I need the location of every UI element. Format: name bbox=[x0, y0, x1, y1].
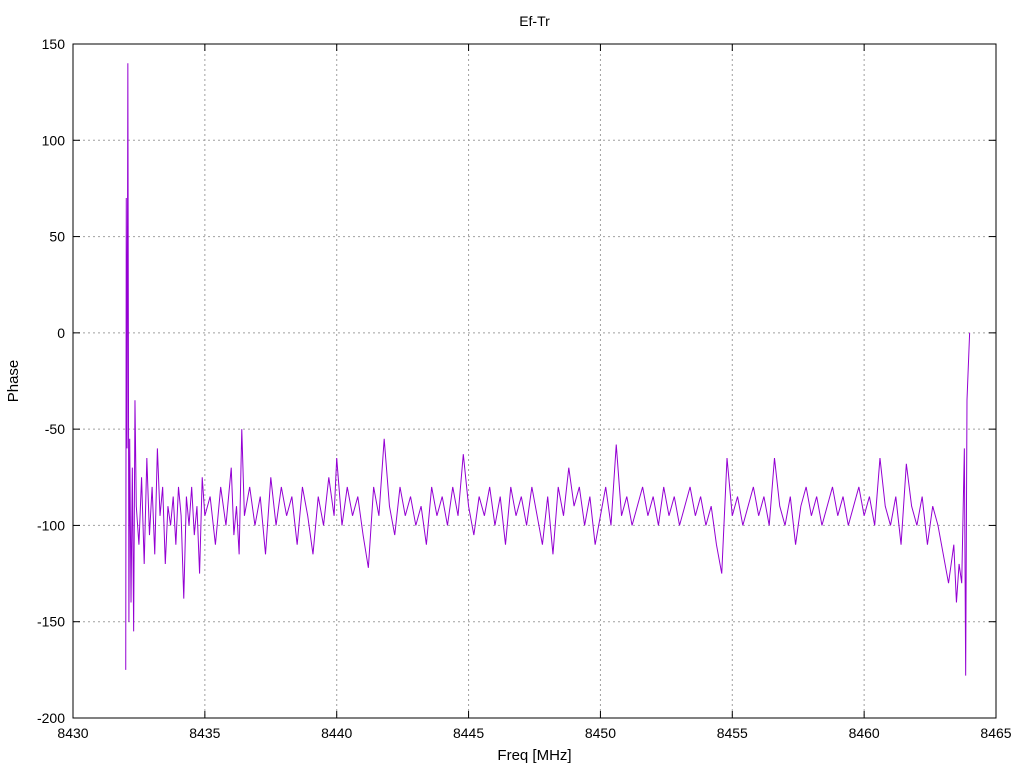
chart-background bbox=[0, 0, 1024, 768]
chart-title: Ef-Tr bbox=[519, 13, 550, 29]
y-tick-label: -50 bbox=[45, 421, 65, 437]
y-tick-label: 100 bbox=[42, 132, 66, 148]
y-tick-label: 50 bbox=[49, 229, 65, 245]
y-tick-label: -100 bbox=[37, 517, 65, 533]
x-axis-label: Freq [MHz] bbox=[497, 747, 571, 764]
phase-vs-frequency-chart: 8430 8435 8440 8445 8450 8455 8460 8465 -200 -150… bbox=[0, 0, 1024, 768]
x-tick-label: 8445 bbox=[453, 725, 484, 741]
y-axis-label: Phase bbox=[5, 360, 22, 403]
y-tick-label: 150 bbox=[42, 36, 66, 52]
y-tick-label: 0 bbox=[57, 325, 65, 341]
x-tick-label: 8430 bbox=[57, 725, 88, 741]
x-tick-label: 8465 bbox=[980, 725, 1011, 741]
y-tick-label: -200 bbox=[37, 710, 65, 726]
x-tick-label: 8450 bbox=[585, 725, 616, 741]
x-tick-label: 8460 bbox=[849, 725, 880, 741]
x-tick-label: 8455 bbox=[717, 725, 748, 741]
x-tick-label: 8435 bbox=[189, 725, 220, 741]
x-tick-label: 8440 bbox=[321, 725, 352, 741]
y-tick-label: -150 bbox=[37, 614, 65, 630]
